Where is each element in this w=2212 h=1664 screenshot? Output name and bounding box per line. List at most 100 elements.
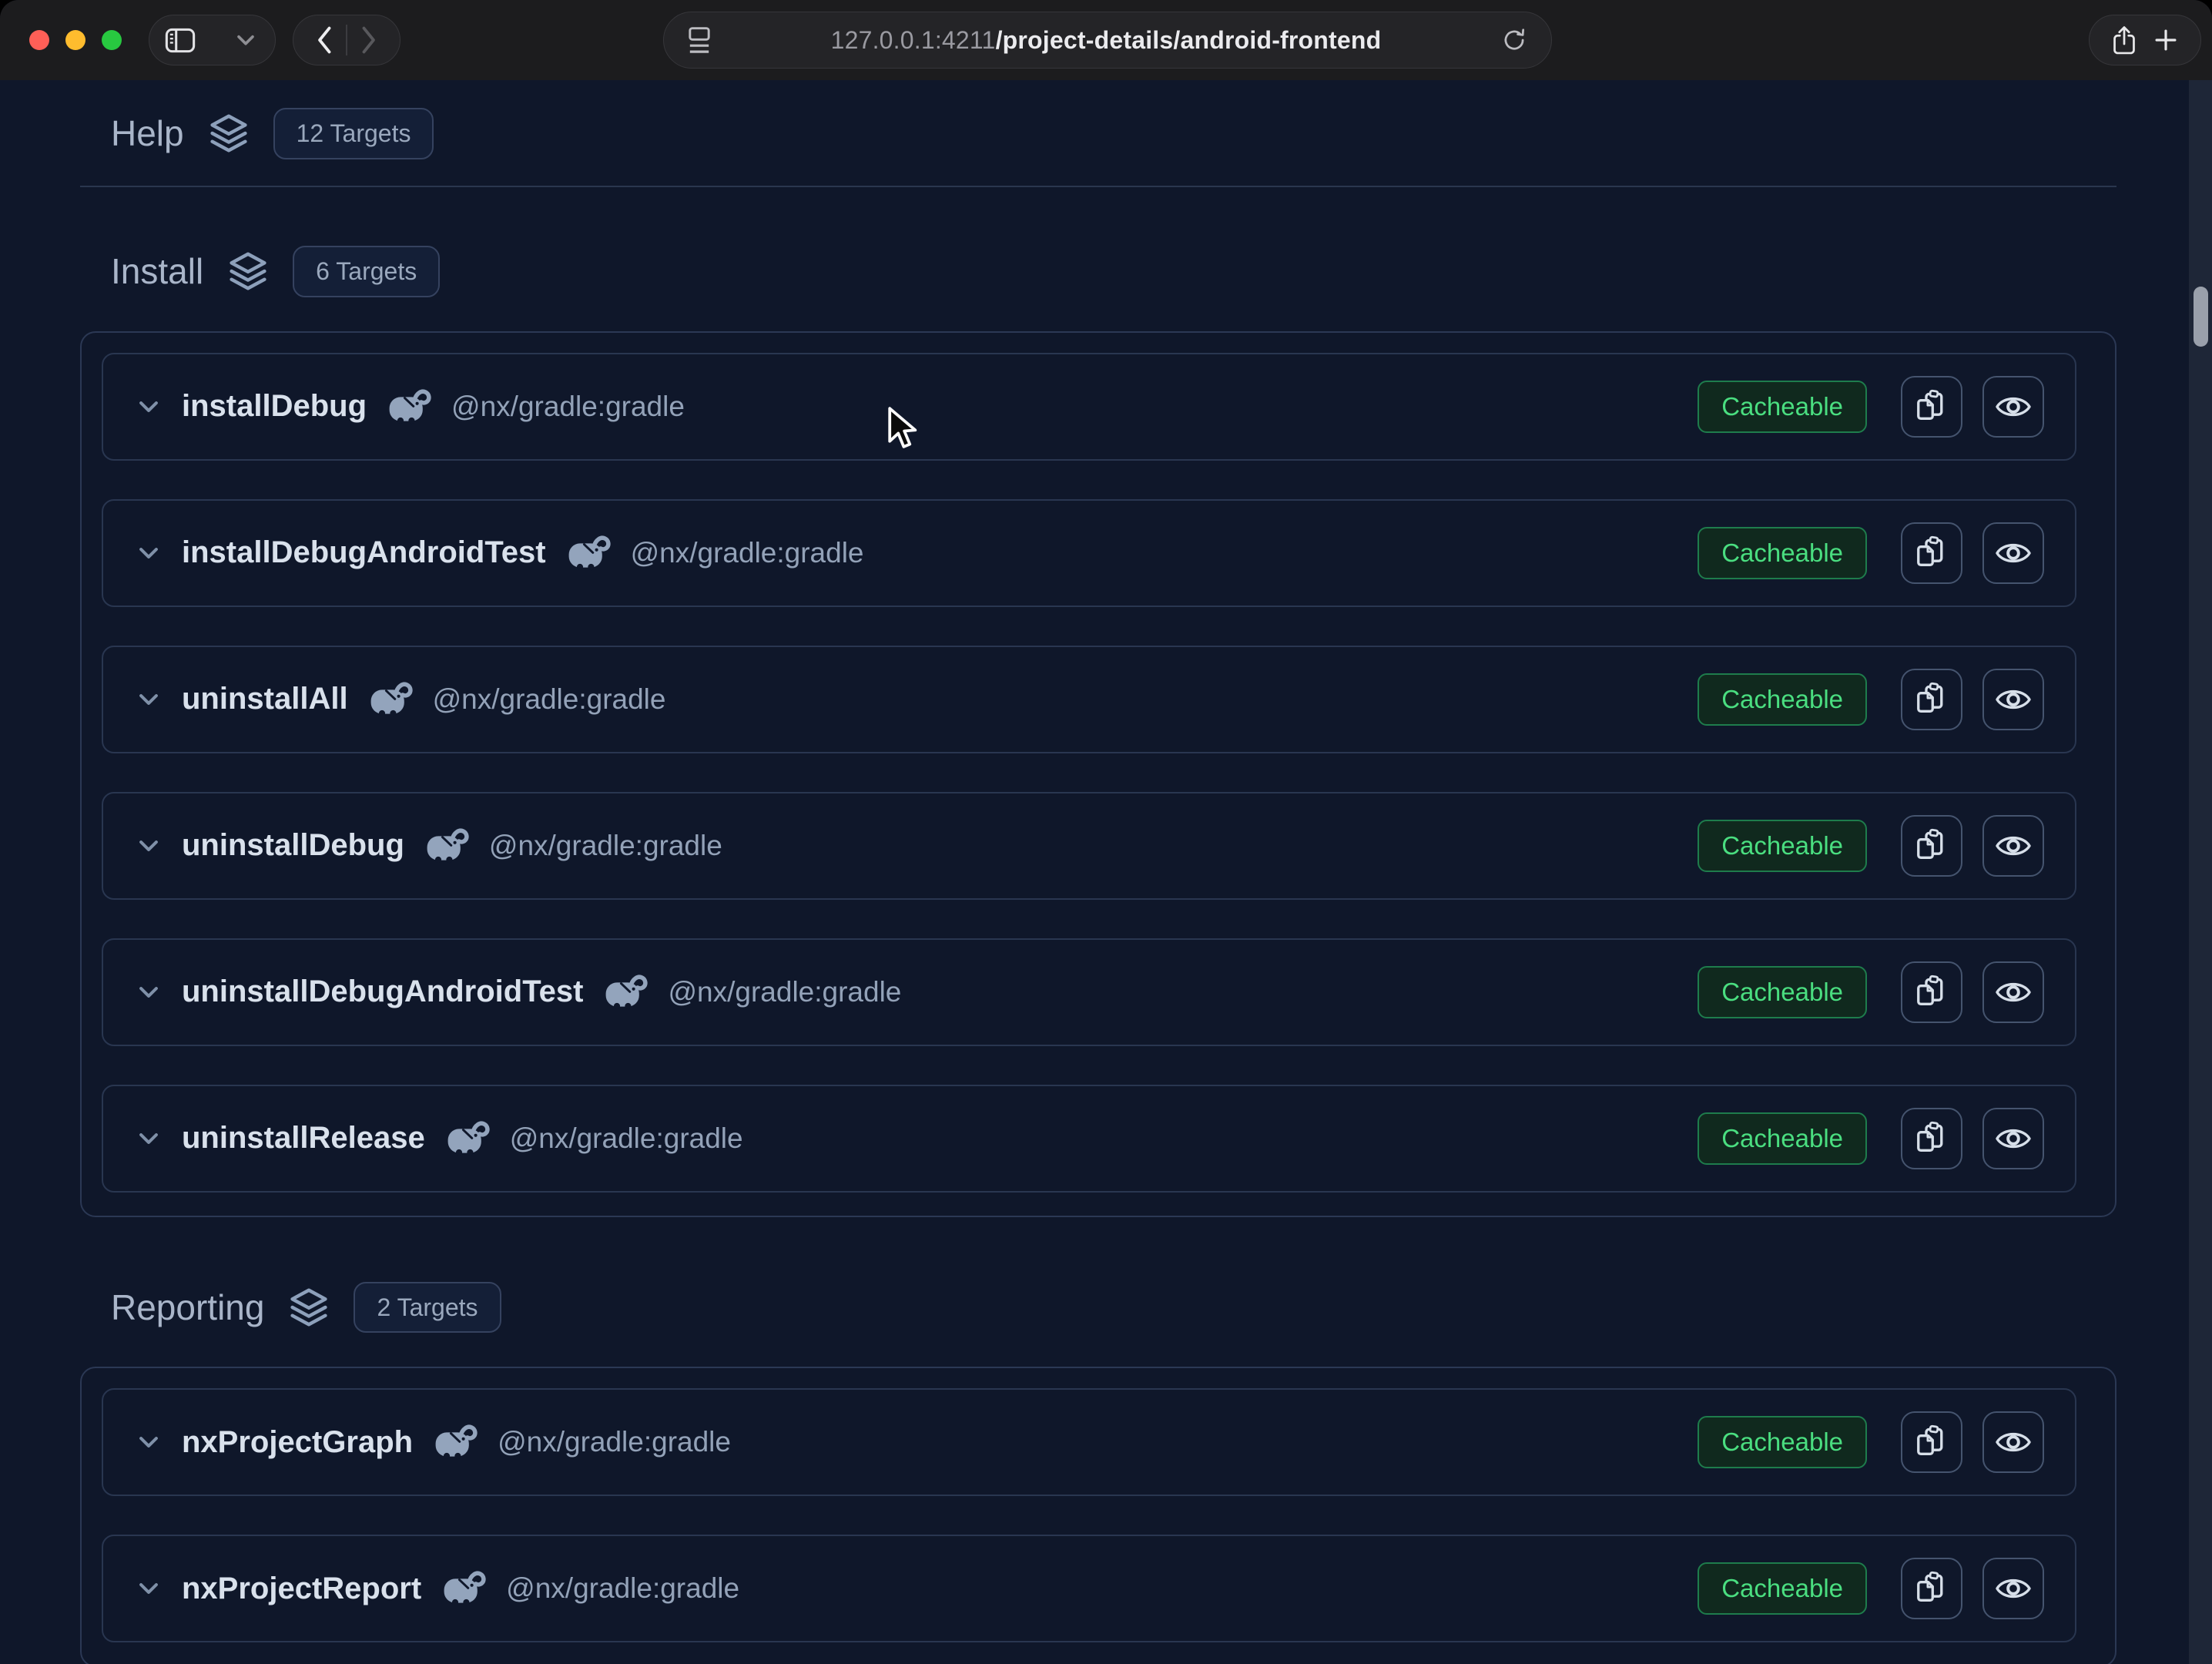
gradle-elephant-icon — [603, 974, 649, 1011]
eye-icon — [1994, 1573, 2033, 1604]
cacheable-badge: Cacheable — [1698, 673, 1867, 726]
section-title: Help — [111, 112, 184, 154]
target-executor: @nx/gradle:gradle — [433, 683, 666, 716]
chevron-down-icon[interactable] — [236, 35, 255, 46]
sidebar-icon[interactable] — [165, 28, 196, 53]
view-target-button[interactable] — [1982, 1411, 2044, 1473]
target-row[interactable]: nxProjectGraph @nx/gradle:gradle Cacheab… — [102, 1388, 2076, 1496]
eye-icon — [1994, 391, 2033, 422]
chevron-down-icon[interactable] — [136, 686, 162, 713]
address-bar[interactable]: 127.0.0.1:4211/project-details/android-f… — [663, 12, 1552, 69]
targets-count-badge: 6 Targets — [293, 246, 440, 297]
nav-divider — [346, 25, 347, 55]
target-executor: @nx/gradle:gradle — [498, 1426, 731, 1458]
targets-card-install: installDebug @nx/gradle:gradle Cacheable… — [80, 331, 2116, 1217]
refresh-icon[interactable] — [1500, 26, 1528, 54]
cacheable-badge: Cacheable — [1698, 1562, 1867, 1615]
gradle-elephant-icon — [387, 388, 433, 425]
eye-icon — [1994, 1123, 2033, 1154]
clipboard-copy-icon — [1914, 1121, 1949, 1156]
gradle-elephant-icon — [445, 1120, 491, 1157]
target-row[interactable]: installDebug @nx/gradle:gradle Cacheable — [102, 353, 2076, 461]
target-name: installDebugAndroidTest — [182, 535, 546, 570]
forward-button-icon[interactable] — [360, 25, 378, 55]
target-name: uninstallDebug — [182, 828, 404, 863]
eye-icon — [1994, 1427, 2033, 1458]
view-target-button[interactable] — [1982, 961, 2044, 1023]
target-name: nxProjectGraph — [182, 1425, 413, 1460]
copy-target-button[interactable] — [1901, 961, 1962, 1023]
minimize-window-button[interactable] — [65, 30, 85, 50]
target-row[interactable]: uninstallDebugAndroidTest @nx/gradle:gra… — [102, 938, 2076, 1046]
target-executor: @nx/gradle:gradle — [489, 830, 722, 862]
share-icon[interactable] — [2111, 25, 2137, 56]
gradle-elephant-icon — [441, 1570, 488, 1607]
chevron-down-icon[interactable] — [136, 540, 162, 566]
view-target-button[interactable] — [1982, 669, 2044, 730]
section-header-reporting: Reporting 2 Targets — [111, 1282, 2116, 1334]
target-row[interactable]: uninstallRelease @nx/gradle:gradle Cache… — [102, 1085, 2076, 1193]
eye-icon — [1994, 977, 2033, 1008]
target-name: uninstallDebugAndroidTest — [182, 975, 583, 1009]
back-button-icon[interactable] — [315, 25, 333, 55]
eye-icon — [1994, 538, 2033, 569]
url-text[interactable]: 127.0.0.1:4211/project-details/android-f… — [712, 26, 1500, 55]
clipboard-copy-icon — [1914, 1571, 1949, 1606]
chevron-down-icon[interactable] — [136, 833, 162, 859]
window-controls — [29, 30, 122, 50]
section-title: Install — [111, 250, 203, 292]
close-window-button[interactable] — [29, 30, 49, 50]
clipboard-copy-icon — [1914, 682, 1949, 717]
toolbar-action-group — [2089, 15, 2201, 65]
target-executor: @nx/gradle:gradle — [631, 537, 864, 569]
copy-target-button[interactable] — [1901, 1411, 1962, 1473]
copy-target-button[interactable] — [1901, 1108, 1962, 1169]
section-header-help: Help 12 Targets — [111, 108, 2116, 159]
layers-icon — [207, 112, 250, 155]
target-row[interactable]: uninstallDebug @nx/gradle:gradle Cacheab… — [102, 792, 2076, 900]
chevron-down-icon[interactable] — [136, 979, 162, 1005]
targets-card-reporting: nxProjectGraph @nx/gradle:gradle Cacheab… — [80, 1367, 2116, 1664]
copy-target-button[interactable] — [1901, 376, 1962, 438]
view-target-button[interactable] — [1982, 815, 2044, 877]
chevron-down-icon[interactable] — [136, 1429, 162, 1455]
clipboard-copy-icon — [1914, 1424, 1949, 1460]
chevron-down-icon[interactable] — [136, 1575, 162, 1602]
browser-toolbar: 127.0.0.1:4211/project-details/android-f… — [0, 0, 2212, 80]
new-tab-icon[interactable] — [2153, 27, 2179, 53]
layers-icon — [287, 1286, 330, 1329]
copy-target-button[interactable] — [1901, 1558, 1962, 1619]
target-executor: @nx/gradle:gradle — [668, 976, 901, 1008]
target-row[interactable]: nxProjectReport @nx/gradle:gradle Cachea… — [102, 1535, 2076, 1642]
target-executor: @nx/gradle:gradle — [510, 1122, 743, 1155]
view-target-button[interactable] — [1982, 376, 2044, 438]
targets-count-badge: 12 Targets — [273, 108, 434, 159]
section-header-install: Install 6 Targets — [111, 246, 2116, 297]
eye-icon — [1994, 830, 2033, 861]
scrollbar-thumb[interactable] — [2194, 287, 2208, 347]
reader-view-icon[interactable] — [687, 25, 712, 55]
cacheable-badge: Cacheable — [1698, 966, 1867, 1018]
safari-window: 127.0.0.1:4211/project-details/android-f… — [0, 0, 2212, 1664]
gradle-elephant-icon — [368, 681, 414, 718]
gradle-elephant-icon — [433, 1424, 479, 1461]
chevron-down-icon[interactable] — [136, 1126, 162, 1152]
section-divider — [80, 186, 2116, 187]
view-target-button[interactable] — [1982, 1108, 2044, 1169]
copy-target-button[interactable] — [1901, 522, 1962, 584]
chevron-down-icon[interactable] — [136, 394, 162, 420]
target-name: installDebug — [182, 389, 367, 424]
copy-target-button[interactable] — [1901, 669, 1962, 730]
view-target-button[interactable] — [1982, 1558, 2044, 1619]
gradle-elephant-icon — [566, 535, 612, 572]
layers-icon — [226, 250, 270, 293]
copy-target-button[interactable] — [1901, 815, 1962, 877]
targets-count-badge: 2 Targets — [354, 1282, 501, 1334]
target-executor: @nx/gradle:gradle — [506, 1572, 739, 1605]
view-target-button[interactable] — [1982, 522, 2044, 584]
target-row[interactable]: uninstallAll @nx/gradle:gradle Cacheable — [102, 646, 2076, 753]
zoom-window-button[interactable] — [102, 30, 122, 50]
cacheable-badge: Cacheable — [1698, 527, 1867, 579]
eye-icon — [1994, 684, 2033, 715]
target-row[interactable]: installDebugAndroidTest @nx/gradle:gradl… — [102, 499, 2076, 607]
